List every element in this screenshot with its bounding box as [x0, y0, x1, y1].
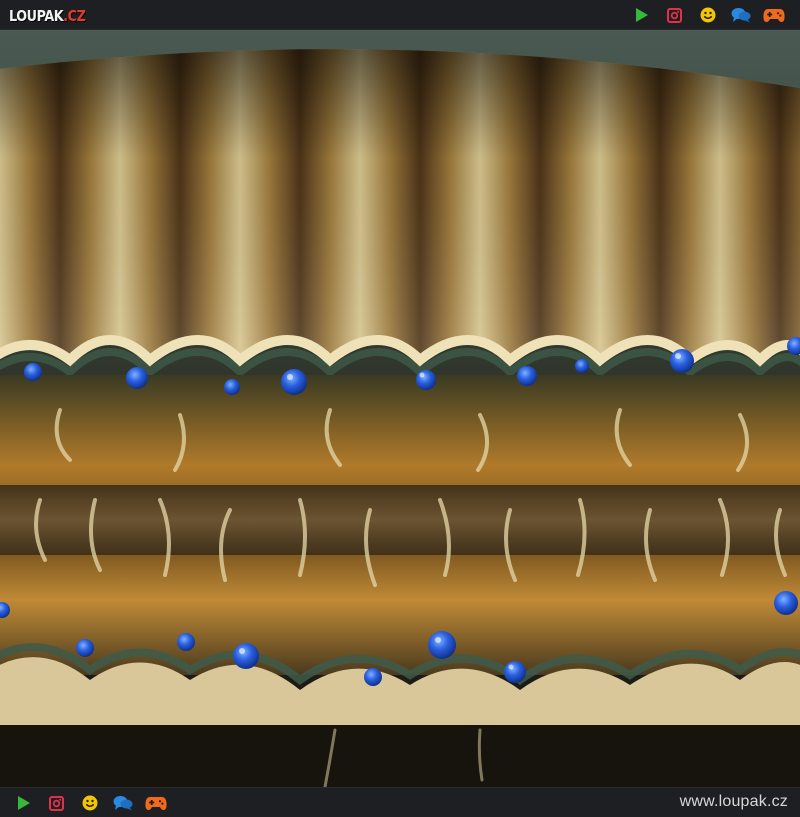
- chat-icon[interactable]: [112, 792, 134, 814]
- gamepad-icon[interactable]: [762, 4, 785, 26]
- site-url[interactable]: www.loupak.cz: [680, 793, 788, 811]
- smiley-icon[interactable]: [79, 792, 101, 814]
- instagram-icon[interactable]: [46, 792, 68, 814]
- top-icon-group: [625, 4, 790, 26]
- chat-icon[interactable]: [730, 4, 752, 26]
- site-logo[interactable]: LOUPAK .CZ: [9, 5, 86, 25]
- smiley-icon[interactable]: [697, 4, 719, 26]
- bottom-bar: www.loupak.cz: [0, 787, 800, 817]
- gamepad-icon[interactable]: [144, 792, 167, 814]
- logo-name: LOUPAK: [9, 7, 64, 25]
- instagram-icon[interactable]: [664, 4, 686, 26]
- logo-tld: .CZ: [63, 7, 86, 25]
- play-icon[interactable]: [631, 4, 653, 26]
- play-icon[interactable]: [13, 792, 35, 814]
- top-bar: LOUPAK .CZ: [0, 0, 800, 30]
- bottom-icon-group: [7, 792, 172, 814]
- scallop-photo: [0, 30, 800, 787]
